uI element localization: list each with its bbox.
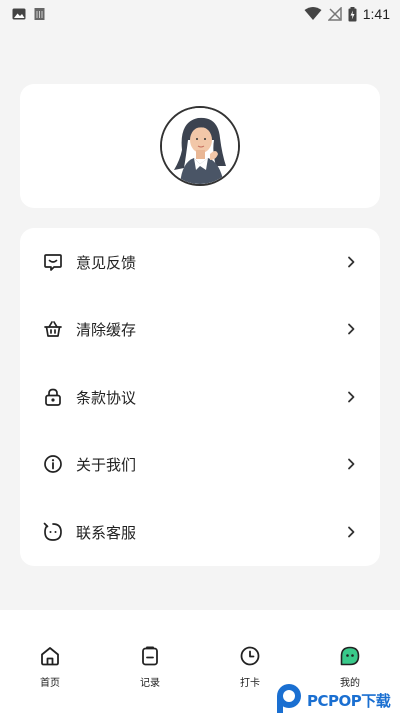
avatar-illustration xyxy=(162,108,238,184)
menu-label-clear-cache: 清除缓存 xyxy=(76,320,137,339)
menu-label-terms: 条款协议 xyxy=(76,388,137,407)
chevron-right-icon xyxy=(344,525,358,539)
info-icon xyxy=(42,453,64,475)
menu-item-terms[interactable]: 条款协议 xyxy=(20,369,380,425)
status-right: 1:41 xyxy=(304,6,390,22)
menu-item-about[interactable]: 关于我们 xyxy=(20,436,380,492)
sim-icon xyxy=(34,7,45,21)
chevron-right-icon xyxy=(344,457,358,471)
clock-icon xyxy=(238,644,262,668)
menu-item-contact[interactable]: 联系客服 xyxy=(20,504,380,560)
menu-label-about: 关于我们 xyxy=(76,455,137,474)
chevron-right-icon xyxy=(344,322,358,336)
watermark-logo-icon xyxy=(274,681,304,719)
status-bar: 1:41 xyxy=(0,0,400,28)
no-signal-icon xyxy=(327,7,342,21)
watermark-text: PCPOP下载 xyxy=(307,691,391,710)
menu-item-feedback[interactable]: 意见反馈 xyxy=(20,234,380,290)
chevron-right-icon xyxy=(344,390,358,404)
status-time: 1:41 xyxy=(362,6,390,22)
avatar[interactable] xyxy=(160,106,240,186)
clipboard-icon xyxy=(138,644,162,668)
feedback-icon xyxy=(42,251,64,273)
menu-item-clear-cache[interactable]: 清除缓存 xyxy=(20,301,380,357)
profile-icon xyxy=(338,644,362,668)
tab-checkin[interactable]: 打卡 xyxy=(220,644,280,694)
tab-label-records: 记录 xyxy=(140,678,160,689)
menu-label-feedback: 意见反馈 xyxy=(76,253,137,272)
chevron-right-icon xyxy=(344,255,358,269)
lock-icon xyxy=(42,386,64,408)
watermark: PCPOP下载 xyxy=(274,682,398,718)
tab-home[interactable]: 首页 xyxy=(20,644,80,694)
home-icon xyxy=(38,644,62,668)
menu-card: 意见反馈 清除缓存 条款协议 关于我们 联系客服 xyxy=(20,228,380,566)
profile-card xyxy=(20,84,380,208)
tab-label-checkin: 打卡 xyxy=(240,678,260,689)
image-icon xyxy=(12,7,26,21)
menu-label-contact: 联系客服 xyxy=(76,523,137,542)
tab-label-home: 首页 xyxy=(40,678,60,689)
chat-icon xyxy=(42,521,64,543)
status-left xyxy=(12,7,45,21)
wifi-icon xyxy=(304,7,322,21)
battery-charging-icon xyxy=(348,6,357,22)
basket-icon xyxy=(42,318,64,340)
tab-records[interactable]: 记录 xyxy=(120,644,180,694)
